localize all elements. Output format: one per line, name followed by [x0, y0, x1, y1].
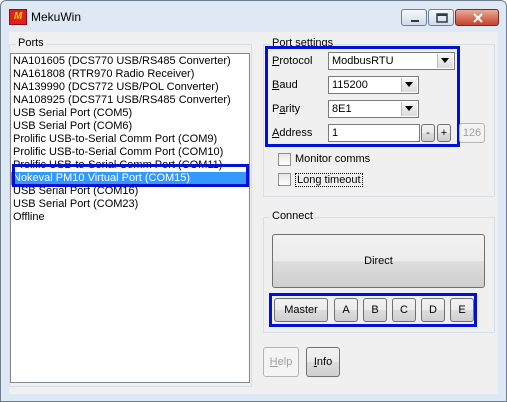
- close-icon: [473, 13, 483, 23]
- parity-label: Parity: [272, 103, 300, 115]
- port-list-item[interactable]: USB Serial Port (COM5): [11, 107, 249, 120]
- help-lbl-text: Help: [269, 356, 293, 368]
- info-lbl-text: Info: [313, 356, 333, 368]
- window-title: MekuWin: [31, 10, 82, 24]
- selected-port-highlight: [12, 164, 249, 187]
- ports-listbox[interactable]: NA101605 (DCS770 USB/RS485 Converter) NA1…: [10, 53, 250, 383]
- baud-label: Baud: [272, 79, 298, 91]
- title-bar[interactable]: M MekuWin: [1, 1, 506, 31]
- port-list-item[interactable]: Offline: [11, 211, 249, 224]
- long-timeout-checkbox[interactable]: [278, 173, 291, 186]
- parity-select[interactable]: 8E1: [328, 100, 419, 118]
- minimize-button[interactable]: [401, 9, 427, 26]
- address-increment-button[interactable]: +: [437, 124, 451, 142]
- protocol-lbl-text: Protocol: [272, 55, 313, 67]
- direct-button[interactable]: Direct: [272, 234, 485, 288]
- parity-value: 8E1: [332, 103, 352, 115]
- slot-button-b[interactable]: B: [363, 298, 387, 322]
- address-max-button[interactable]: 126: [459, 123, 485, 143]
- protocol-select[interactable]: ModbusRTU: [328, 52, 455, 70]
- address-label: Address: [272, 127, 312, 139]
- chevron-down-icon: [441, 58, 449, 63]
- long-timeout-text: Long timeout: [297, 174, 361, 186]
- long-timeout-label[interactable]: Long timeout: [295, 173, 363, 187]
- address-decrement-button[interactable]: -: [421, 124, 435, 142]
- protocol-value: ModbusRTU: [332, 55, 394, 67]
- slot-button-c[interactable]: C: [392, 298, 416, 322]
- close-button[interactable]: [455, 9, 499, 26]
- ports-group-label: Ports: [16, 37, 46, 49]
- parity-dropdown-button[interactable]: [401, 102, 417, 116]
- protocol-dropdown-button[interactable]: [437, 54, 453, 68]
- info-button[interactable]: Info: [306, 347, 340, 377]
- monitor-comms-checkbox[interactable]: [278, 153, 291, 166]
- port-list-item[interactable]: NA161808 (RTR970 Radio Receiver): [11, 68, 249, 81]
- address-lbl-text: Address: [272, 127, 313, 139]
- port-list-item[interactable]: USB Serial Port (COM23): [11, 198, 249, 211]
- master-button[interactable]: Master: [274, 298, 328, 322]
- port-list-item[interactable]: NA108925 (DCS771 USB/RS485 Converter): [11, 94, 249, 107]
- address-input[interactable]: 1: [328, 124, 420, 142]
- baud-dropdown-button[interactable]: [401, 78, 417, 92]
- port-list-item[interactable]: Prolific USB-to-Serial Comm Port (COM10): [11, 146, 249, 159]
- protocol-label: Protocol: [272, 55, 312, 67]
- port-list-item[interactable]: NA139990 (DCS772 USB/POL Converter): [11, 81, 249, 94]
- app-icon: M: [9, 9, 27, 25]
- ports-list: NA101605 (DCS770 USB/RS485 Converter) NA1…: [11, 54, 249, 224]
- minimize-icon: [411, 20, 419, 22]
- connect-group-label: Connect: [270, 210, 315, 222]
- address-value: 1: [332, 127, 339, 139]
- baud-lbl-text: Baud: [272, 79, 298, 91]
- slot-button-a[interactable]: A: [334, 298, 358, 322]
- chevron-down-icon: [405, 106, 413, 111]
- port-list-item[interactable]: USB Serial Port (COM6): [11, 120, 249, 133]
- slot-button-e[interactable]: E: [450, 298, 474, 322]
- help-button[interactable]: Help: [263, 347, 299, 377]
- baud-value: 115200: [332, 79, 368, 91]
- monitor-comms-label[interactable]: Monitor comms: [295, 153, 370, 165]
- baud-select[interactable]: 115200: [328, 76, 419, 94]
- main-window: M MekuWin Ports NA101605 (DCS770 USB/RS4…: [0, 0, 507, 402]
- chevron-down-icon: [405, 82, 413, 87]
- parity-lbl-text: Parity: [272, 103, 301, 115]
- port-list-item[interactable]: Prolific USB-to-Serial Comm Port (COM9): [11, 133, 249, 146]
- maximize-button[interactable]: [428, 9, 454, 26]
- port-list-item[interactable]: NA101605 (DCS770 USB/RS485 Converter): [11, 55, 249, 68]
- slot-button-d[interactable]: D: [421, 298, 445, 322]
- maximize-icon: [436, 13, 448, 23]
